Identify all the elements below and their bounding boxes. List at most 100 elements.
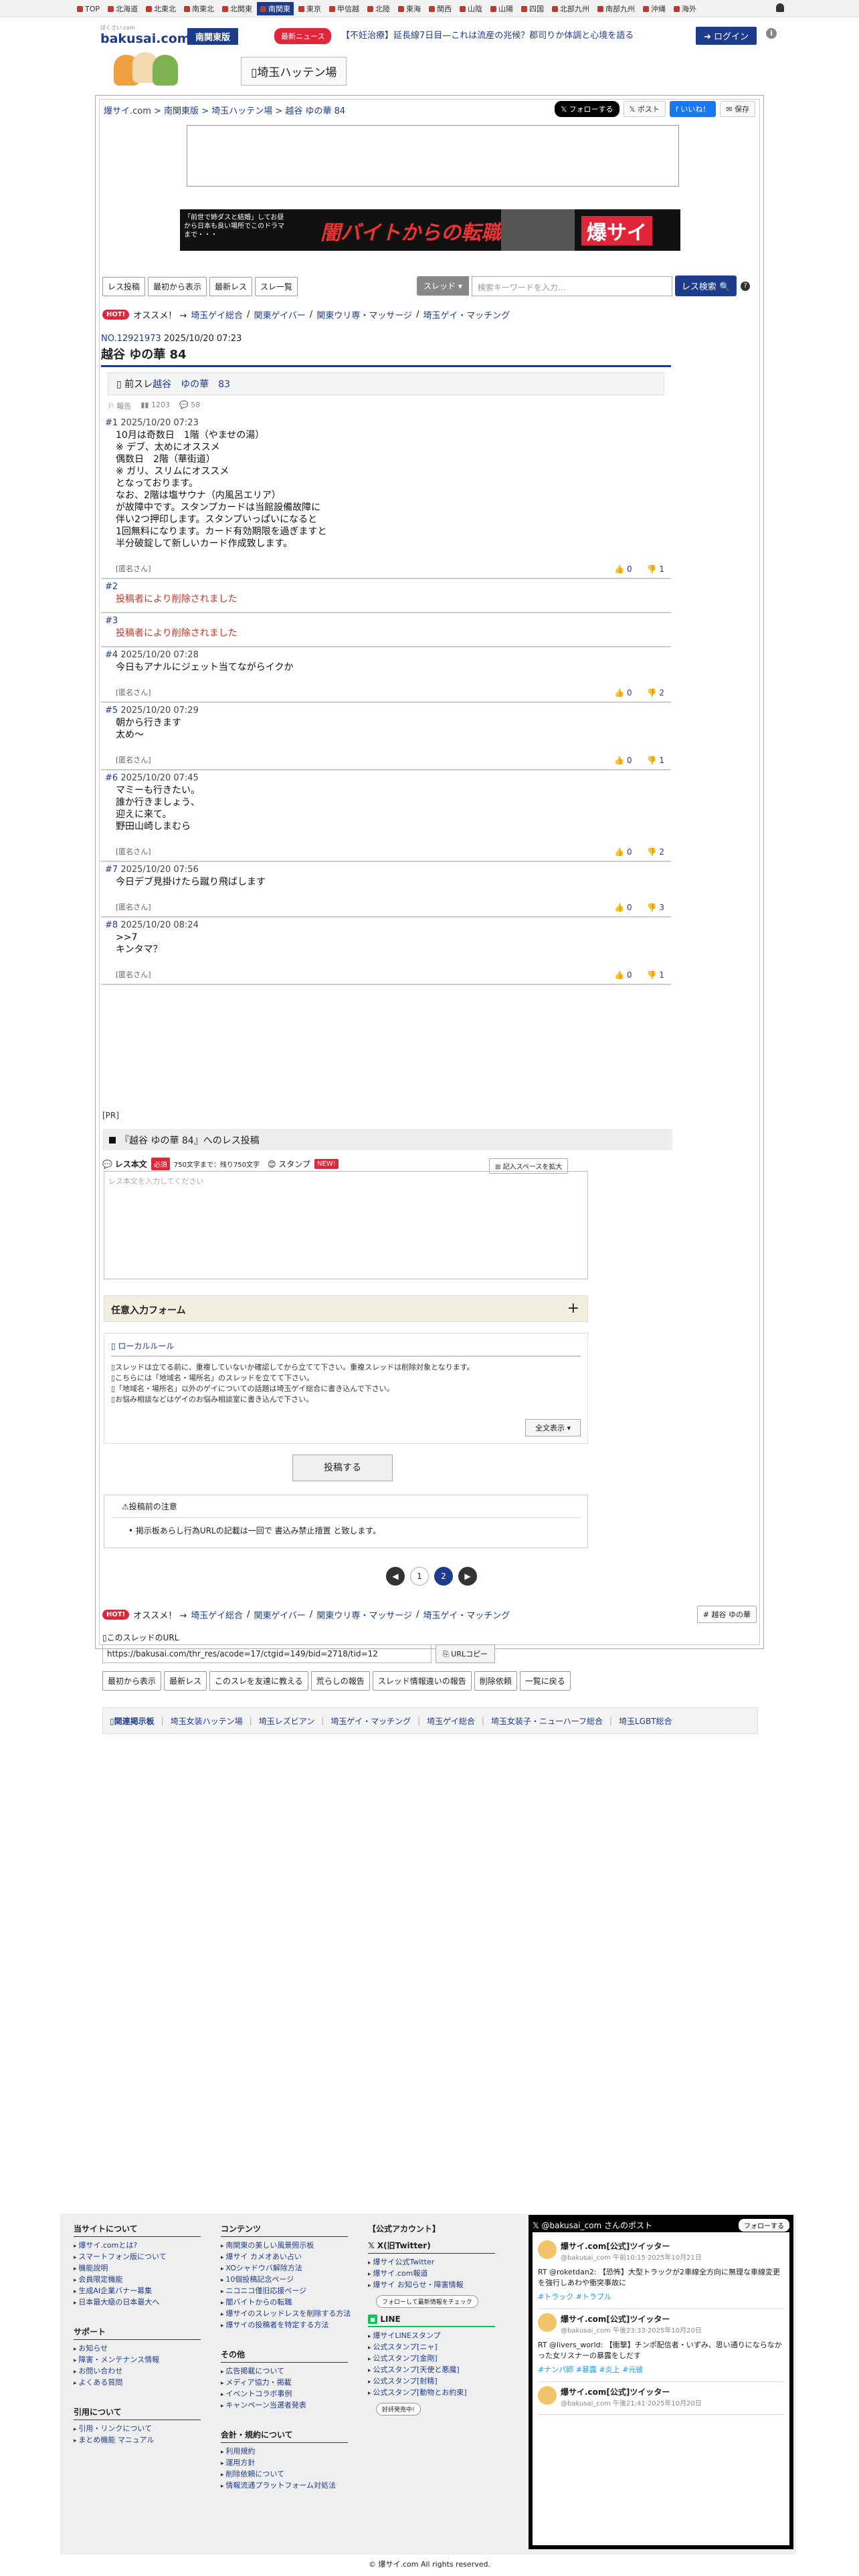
stamp-button[interactable]: 😊 スタンプ: [268, 1158, 310, 1170]
tweet-2[interactable]: 爆サイ.com[公式]ツイッター @bakusai_com 午後23:33·202…: [538, 2309, 784, 2382]
tweet-3[interactable]: 爆サイ.com[公式]ツイッター @bakusai_com 午後21:41·202…: [538, 2382, 784, 2415]
other-link-4[interactable]: キャンペーン当選者発表: [221, 2400, 351, 2411]
post-number[interactable]: #4: [105, 650, 118, 660]
related-link-6[interactable]: 埼玉LGBT総合: [619, 1715, 672, 1727]
line-more-button[interactable]: 好評発売中!: [376, 2403, 421, 2416]
post-number[interactable]: #6: [105, 773, 118, 783]
about-link-4[interactable]: 会員限定機能: [74, 2274, 201, 2286]
action-from-start[interactable]: 最初から表示: [102, 1671, 162, 1691]
terms-link-3[interactable]: 削除依頼について: [221, 2469, 351, 2480]
report-link[interactable]: ⚐ 報告: [108, 401, 131, 411]
action-back-to-list[interactable]: 一覧に戻る: [519, 1671, 571, 1691]
hot-link-4[interactable]: 埼玉ゲイ・マッチング: [423, 308, 510, 321]
contents-link-5[interactable]: ニコニコ僅旧応援ページ: [221, 2286, 351, 2297]
thumbs-down-button[interactable]: 👎 3: [647, 903, 664, 912]
hot-link-3[interactable]: 関東ウリ専・マッサージ: [316, 308, 412, 321]
support-link-3[interactable]: お問い合わせ: [74, 2366, 201, 2377]
show-all-rules-button[interactable]: 全文表示 ▾: [524, 1419, 581, 1436]
login-button[interactable]: ➜ ログイン: [696, 27, 757, 45]
save-button[interactable]: ✉ 保存: [720, 101, 755, 117]
prev-thread[interactable]: ▯ 前スレ越谷 ゆの華 83: [108, 372, 664, 395]
region-3[interactable]: 南東北: [181, 2, 217, 15]
thumbs-up-button[interactable]: 👍 0: [614, 970, 632, 980]
hot-link-2[interactable]: 関東ゲイバー: [254, 308, 305, 321]
prev-page-icon[interactable]: ◀: [386, 1567, 405, 1586]
related-link-4[interactable]: 埼玉ゲイ総合: [427, 1715, 475, 1727]
thumbs-down-button[interactable]: 👎 1: [647, 564, 664, 574]
terms-link-4[interactable]: 情報流通プラットフォーム対処法: [221, 2480, 351, 2492]
post-reply-button[interactable]: レス投稿: [102, 277, 146, 296]
thread-list-button[interactable]: スレ一覧: [255, 277, 298, 296]
region-5[interactable]: 南関東: [257, 2, 294, 15]
x-follow-button[interactable]: 𝕏 フォローする: [555, 101, 619, 117]
x-link-1[interactable]: 爆サイ公式Twitter: [368, 2257, 495, 2268]
related-link-3[interactable]: 埼玉ゲイ・マッチング: [330, 1715, 411, 1727]
bell-icon[interactable]: [776, 3, 784, 12]
related-link-2[interactable]: 埼玉レズビアン: [259, 1715, 315, 1727]
region-13[interactable]: 四国: [518, 2, 547, 15]
contents-link-6[interactable]: 闇バイトからの転職: [221, 2297, 351, 2309]
terms-link-1[interactable]: 利用規約: [221, 2446, 351, 2458]
hot-link-1[interactable]: 埼玉ゲイ総合: [191, 308, 243, 321]
line-link-3[interactable]: 公式スタンプ[金剛]: [368, 2353, 495, 2365]
cite-link-2[interactable]: まとめ機能 マニュアル: [74, 2435, 201, 2446]
region-11[interactable]: 山陰: [456, 2, 486, 15]
region-17[interactable]: 海外: [670, 2, 700, 15]
thumbs-up-button[interactable]: 👍 0: [614, 903, 632, 912]
hot-link-bottom-2[interactable]: 関東ゲイバー: [254, 1608, 305, 1621]
region-14[interactable]: 北部九州: [549, 2, 593, 15]
region-16[interactable]: 沖縄: [640, 2, 669, 15]
region-12[interactable]: 山陽: [487, 2, 516, 15]
url-copy-button[interactable]: ⎘ URLコピー: [436, 1644, 496, 1663]
thumbs-down-button[interactable]: 👎 2: [647, 847, 664, 857]
region-9[interactable]: 東海: [395, 2, 424, 15]
bookmark-button[interactable]: # 越谷 ゆの華: [696, 1606, 757, 1623]
contents-link-3[interactable]: XOシャドウバ解除方法: [221, 2263, 351, 2274]
search-scope-select[interactable]: スレッド ▾: [417, 276, 469, 296]
latest-replies-button[interactable]: 最新レス: [209, 277, 253, 296]
region-6[interactable]: 東京: [295, 2, 324, 15]
ad-slot-empty[interactable]: [187, 125, 679, 187]
thread-url-field[interactable]: https://bakusai.com/thr_res/acode=17/ctg…: [102, 1644, 432, 1663]
region-4[interactable]: 北関東: [219, 2, 256, 15]
thumbs-up-button[interactable]: 👍 0: [614, 688, 632, 697]
tweet-tags[interactable]: #トラック #トラブル: [538, 2291, 784, 2302]
line-link-6[interactable]: 公式スタンプ[動物とお約束]: [368, 2387, 495, 2399]
cite-link-1[interactable]: 引用・リンクについて: [74, 2424, 201, 2435]
board-name[interactable]: ▯埼玉ハッテン場: [241, 57, 347, 86]
about-link-6[interactable]: 日本最大級の日本最大へ: [74, 2297, 201, 2309]
x-link-3[interactable]: 爆サイ お知らせ・障害情報: [368, 2280, 495, 2291]
thumbs-up-button[interactable]: 👍 0: [614, 756, 632, 765]
page-2[interactable]: 2: [434, 1567, 453, 1586]
contents-link-7[interactable]: 爆サイのスレッドレスを削除する方法: [221, 2309, 351, 2320]
post-number[interactable]: #2: [105, 582, 118, 592]
news-headline[interactable]: 【不妊治療】延長線7日目—これは流産の兆候？郡司りか体調と心境を語る: [341, 28, 634, 41]
info-icon[interactable]: i: [766, 28, 777, 39]
prev-thread-link[interactable]: 越谷 ゆの華 83: [153, 379, 230, 390]
region-15[interactable]: 南部九州: [594, 2, 638, 15]
help-icon[interactable]: ?: [741, 281, 751, 291]
reply-textarea[interactable]: レス本文を入力してください: [104, 1171, 588, 1279]
search-button[interactable]: レス検索 🔍: [674, 276, 737, 296]
tweet-tags[interactable]: #ナンパ師 #暴露 #炎上 #元彼: [538, 2364, 784, 2375]
optional-form-toggle[interactable]: 任意入力フォーム +: [104, 1295, 588, 1322]
region-10[interactable]: 関西: [425, 2, 455, 15]
action-delete-request[interactable]: 削除依頼: [474, 1671, 517, 1691]
action-report-info[interactable]: スレッド情報違いの報告: [372, 1671, 472, 1691]
post-number[interactable]: #5: [105, 706, 118, 716]
support-link-2[interactable]: 障害・メンテナンス情報: [74, 2355, 201, 2366]
post-number[interactable]: #1: [105, 418, 118, 428]
support-link-1[interactable]: お知らせ: [74, 2343, 201, 2355]
action-latest[interactable]: 最新レス: [164, 1671, 207, 1691]
line-link-5[interactable]: 公式スタンプ[射精]: [368, 2376, 495, 2387]
contents-link-4[interactable]: 10個投稿記念ページ: [221, 2274, 351, 2286]
hot-link-bottom-4[interactable]: 埼玉ゲイ・マッチング: [423, 1608, 510, 1621]
page-1[interactable]: 1: [410, 1567, 429, 1586]
next-page-icon[interactable]: ▶: [458, 1567, 477, 1586]
region-2[interactable]: 北東北: [142, 2, 179, 15]
x-follow-cta[interactable]: フォローして最新情報をチェック: [376, 2295, 478, 2308]
ad-banner[interactable]: 「前世で姉ダスと結婚」してお昼から日本も良い場所でこのドラマまで・・・ 闇バイト…: [180, 209, 680, 251]
terms-link-2[interactable]: 運用方針: [221, 2458, 351, 2469]
tweet-1[interactable]: 爆サイ.com[公式]ツイッター @bakusai_com 午前10:15·202…: [538, 2236, 784, 2309]
fb-like-button[interactable]: f いいね！: [669, 101, 717, 117]
